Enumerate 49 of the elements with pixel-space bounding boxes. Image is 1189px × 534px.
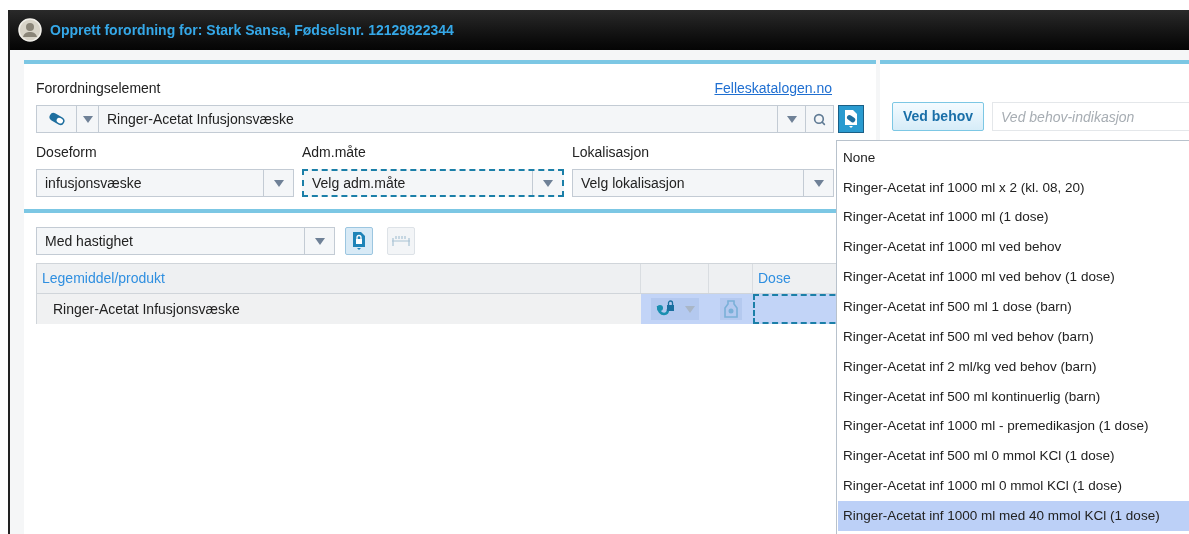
select-field[interactable]: Velg lokalisasjon (572, 169, 834, 197)
felleskatalogen-link[interactable]: Felleskatalogen.no (714, 78, 832, 99)
menu-item[interactable]: Ringer-Acetat inf 2 ml/kg ved behov (barn) (838, 351, 1189, 382)
menu-item[interactable]: Ringer-Acetat inf 1000 ml med 40 mmol KCl (1 dose) (838, 501, 1189, 531)
user-avatar-icon (18, 18, 42, 42)
caret-icon (813, 179, 824, 187)
combo-value: Velg lokalisasjon (580, 173, 686, 193)
combo-value: Velg adm.måte (311, 173, 407, 193)
combo-value: Med hastighet (44, 231, 134, 251)
menu-item[interactable]: Ringer-Acetat inf 1000 ml - premedikasjon (1 dose) (838, 411, 1189, 442)
bottle-icon (724, 300, 738, 318)
lock-document-icon (352, 231, 366, 251)
menu-item[interactable]: Ringer-Acetat inf 1000 ml x 2 (kl. 08, 20) (838, 172, 1189, 203)
menu-item[interactable]: Ringer-Acetat inf 1000 ml 0 mmol KCl (1 dose) (838, 471, 1189, 502)
field-label: Adm.måte (302, 143, 367, 162)
ruler-icon (391, 235, 411, 247)
ved-behov-button[interactable]: Ved behov (892, 102, 985, 131)
menu-item[interactable]: Ringer-Acetat inf 500 ml ved behov (barn) (838, 322, 1189, 352)
field-label: Lokalisasjon (572, 143, 651, 162)
window-title: Opprett forordning for: Stark Sansa, Fødselsnr. 12129822344 (50, 20, 454, 40)
stethoscope-lock-icon (655, 300, 677, 318)
stethoscope-lock-button[interactable] (651, 298, 699, 320)
caret-icon (82, 115, 93, 123)
combo-value: Ringer-Acetat Infusjonsvæske (106, 109, 295, 129)
document-pill-icon (843, 109, 859, 129)
caret-icon (273, 179, 284, 187)
table-cell: Ringer-Acetat Infusjonsvæske (37, 294, 641, 324)
combo-value: infusjonsvæske (44, 173, 143, 193)
medication-combobox[interactable]: Ringer-Acetat Infusjonsvæske (36, 105, 834, 133)
menu-item[interactable]: None (838, 143, 1189, 173)
menu-item[interactable]: Ringer-Acetat inf 1000 ml ved behov (838, 232, 1189, 263)
caret-icon (685, 305, 695, 313)
select-field[interactable]: Velg adm.måte (302, 169, 564, 197)
lock-document-button[interactable] (345, 227, 373, 255)
search-icon (813, 112, 826, 126)
caret-icon (786, 115, 797, 123)
indication-field[interactable]: Ved behov-indikasjon (992, 102, 1189, 131)
menu-item[interactable]: Ringer-Acetat inf 500 ml 1 dose (barn) (838, 292, 1189, 323)
menu-item[interactable]: Ringer-Acetat inf 1000 ml (1 dose) (838, 202, 1189, 233)
dose-template-button[interactable] (838, 105, 864, 133)
menu-item[interactable]: Ringer-Acetat inf 500 ml kontinuerlig (barn) (838, 381, 1189, 412)
caret-icon (542, 179, 553, 187)
caret-icon (314, 237, 325, 245)
menu-item[interactable]: Ringer-Acetat inf 500 ml 0 mmol KCl (1 dose) (838, 441, 1189, 472)
select-field[interactable]: infusjonsvæske (36, 169, 294, 197)
rate-select[interactable]: Med hastighet (36, 227, 335, 255)
field-label: Doseform (36, 143, 98, 162)
field-label: Forordningselement (36, 79, 161, 98)
menu-item[interactable]: Ringer-Acetat inf 1000 ml ved behov (1 dose) (838, 262, 1189, 293)
